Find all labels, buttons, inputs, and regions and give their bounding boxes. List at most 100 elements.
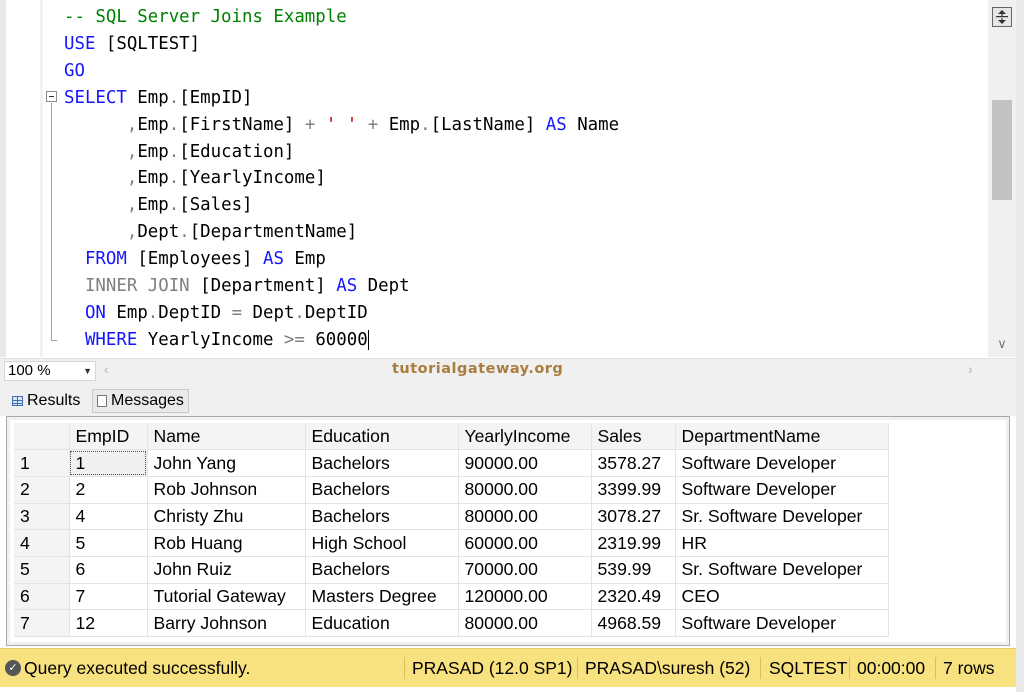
table-cell[interactable]: John Yang <box>147 449 306 477</box>
column-header[interactable]: Education <box>305 423 459 451</box>
table-cell[interactable]: Bachelors <box>305 476 459 504</box>
row-number[interactable]: 6 <box>14 583 70 611</box>
chevron-down-icon[interactable]: ▼ <box>83 362 92 380</box>
scroll-down-icon[interactable]: ∨ <box>988 334 1016 354</box>
tab-results-label: Results <box>27 392 81 409</box>
table-row[interactable]: 6 7 Tutorial Gateway Masters Degree 120000.0… <box>14 583 889 611</box>
table-cell[interactable]: Software Developer <box>675 609 889 637</box>
table-cell[interactable]: 60000.00 <box>458 529 592 557</box>
code-token: AS <box>545 114 567 135</box>
corner-header-cell[interactable] <box>14 423 70 451</box>
code-token: Emp <box>378 114 421 135</box>
table-cell[interactable]: CEO <box>675 583 889 611</box>
table-cell[interactable]: 80000.00 <box>458 609 592 637</box>
row-number[interactable]: 2 <box>14 476 70 504</box>
table-row[interactable]: 7 12 Barry Johnson Education 80000.00 4968.59… <box>14 609 889 637</box>
row-number[interactable]: 5 <box>14 556 70 584</box>
table-cell[interactable]: 7 <box>69 583 148 611</box>
table-cell[interactable]: 80000.00 <box>458 503 592 531</box>
column-header[interactable]: Name <box>147 423 306 451</box>
table-cell[interactable]: 4968.59 <box>591 609 676 637</box>
code-token: . <box>179 222 190 243</box>
table-cell[interactable]: 80000.00 <box>458 476 592 504</box>
code-token: , <box>126 195 138 216</box>
table-row[interactable]: 5 6 John Ruiz Bachelors 70000.00 539.99 Sr. So… <box>14 556 889 584</box>
scroll-right-icon[interactable]: › <box>968 361 973 377</box>
status-message: Query executed successfully. <box>24 658 251 678</box>
table-cell[interactable]: Tutorial Gateway <box>147 583 306 611</box>
table-row[interactable]: 3 4 Christy Zhu Bachelors 80000.00 3078.27 Sr.… <box>14 503 889 531</box>
table-cell[interactable]: Bachelors <box>305 503 459 531</box>
column-header[interactable]: EmpID <box>69 423 148 451</box>
column-header[interactable]: Sales <box>591 423 676 451</box>
vertical-scroll-thumb[interactable] <box>992 100 1012 200</box>
status-divider <box>849 657 850 679</box>
tab-messages[interactable]: Messages <box>92 389 189 413</box>
split-view-button[interactable] <box>988 4 1016 30</box>
table-cell[interactable]: 12 <box>69 609 148 637</box>
table-cell[interactable]: John Ruiz <box>147 556 306 584</box>
table-cell[interactable]: 539.99 <box>591 556 676 584</box>
results-grid[interactable]: EmpID Name Education YearlyIncome Sales Depar… <box>10 420 1006 642</box>
vertical-scrollbar[interactable]: ∨ <box>988 0 1016 357</box>
messages-icon <box>97 395 107 407</box>
table-cell[interactable]: 1 <box>69 449 148 477</box>
table-cell[interactable]: 2319.99 <box>591 529 676 557</box>
check-icon: ✓ <box>5 660 21 676</box>
table-row[interactable]: 4 5 Rob Huang High School 60000.00 2319.99 HR <box>14 529 889 557</box>
row-number[interactable]: 1 <box>14 449 70 477</box>
table-cell[interactable]: Rob Johnson <box>147 476 306 504</box>
code-token: [Education] <box>179 141 295 162</box>
table-cell[interactable]: Education <box>305 609 459 637</box>
table-cell[interactable]: HR <box>675 529 889 557</box>
column-header[interactable]: YearlyIncome <box>458 423 592 451</box>
scroll-left-icon[interactable]: ‹ <box>104 361 109 377</box>
zoom-select[interactable]: 100 % ▼ <box>4 361 96 381</box>
code-token: = <box>231 302 243 323</box>
table-cell[interactable]: Masters Degree <box>305 583 459 611</box>
table-cell[interactable]: Barry Johnson <box>147 609 306 637</box>
table-cell[interactable]: 5 <box>69 529 148 557</box>
table-cell[interactable]: 2320.49 <box>591 583 676 611</box>
row-number[interactable]: 3 <box>14 503 70 531</box>
code-line: GO <box>64 58 85 85</box>
table-cell[interactable]: 3578.27 <box>591 449 676 477</box>
table-cell[interactable]: 3078.27 <box>591 503 676 531</box>
code-token: AS <box>336 276 358 296</box>
code-token: -- SQL Server Joins Example <box>64 7 347 27</box>
table-row[interactable]: 2 2 Rob Johnson Bachelors 80000.00 3399.99 Sof… <box>14 476 889 504</box>
status-database: SQLTEST <box>769 658 848 678</box>
code-token: , <box>126 222 138 243</box>
code-token: >= <box>283 329 305 350</box>
table-cell[interactable]: 70000.00 <box>458 556 592 584</box>
table-cell[interactable]: Software Developer <box>675 476 889 504</box>
code-token: [DepartmentName] <box>189 222 358 243</box>
table-cell[interactable]: Sr. Software Developer <box>675 503 889 531</box>
code-token: . <box>294 302 305 323</box>
table-cell[interactable]: Bachelors <box>305 449 459 477</box>
collapse-toggle-icon[interactable] <box>46 91 57 102</box>
column-header[interactable]: DepartmentName <box>675 423 889 451</box>
table-cell[interactable]: Rob Huang <box>147 529 306 557</box>
table-row[interactable]: 1 1 John Yang Bachelors 90000.00 3578.27 Softw… <box>14 449 889 477</box>
row-number[interactable]: 4 <box>14 529 70 557</box>
table-cell[interactable]: 4 <box>69 503 148 531</box>
table-cell[interactable]: 120000.00 <box>458 583 592 611</box>
table-cell[interactable]: Sr. Software Developer <box>675 556 889 584</box>
code-token: [YearlyIncome] <box>179 168 326 189</box>
tab-results[interactable]: Results <box>6 389 87 413</box>
table-cell[interactable]: 2 <box>69 476 148 504</box>
table-cell[interactable]: 90000.00 <box>458 449 592 477</box>
table-cell[interactable]: 3399.99 <box>591 476 676 504</box>
query-editor[interactable]: -- SQL Server Joins Example USE [SQLTEST]… <box>0 0 1024 357</box>
table-cell[interactable]: Bachelors <box>305 556 459 584</box>
table-cell[interactable]: Christy Zhu <box>147 503 306 531</box>
row-number[interactable]: 7 <box>14 609 70 637</box>
table-cell[interactable]: Software Developer <box>675 449 889 477</box>
code-line: INNER JOIN [Department] AS Dept <box>64 273 410 300</box>
table-cell[interactable]: High School <box>305 529 459 557</box>
table-cell[interactable]: 6 <box>69 556 148 584</box>
